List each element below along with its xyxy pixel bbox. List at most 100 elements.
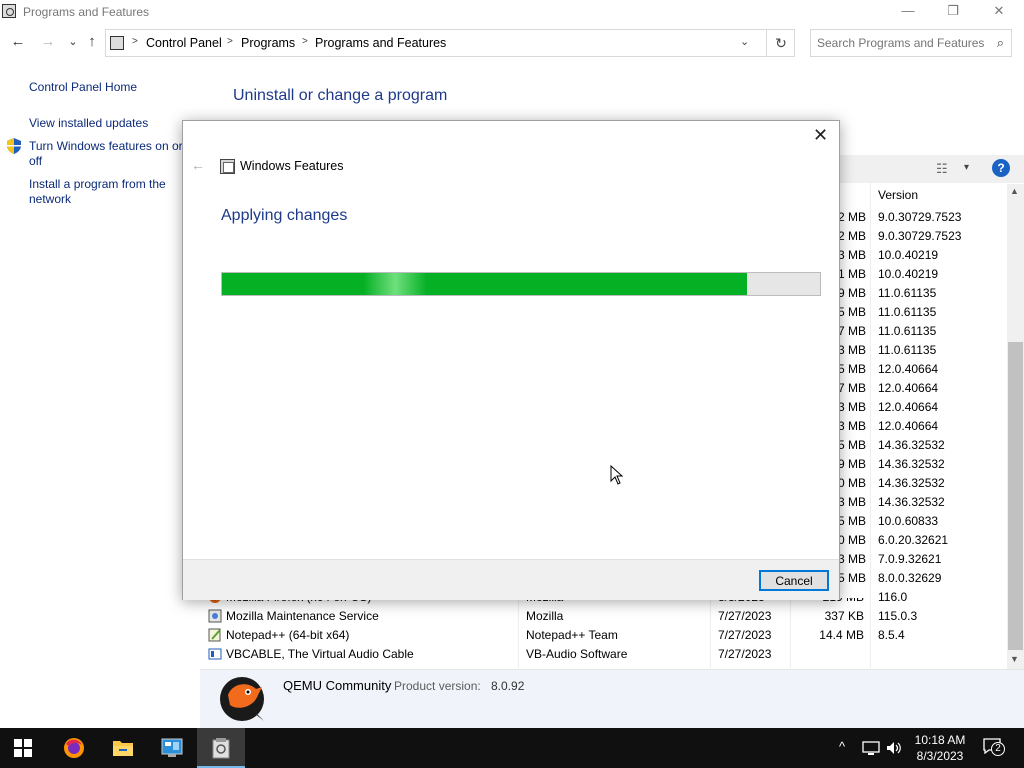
action-center-button[interactable]: 2: [983, 738, 1005, 756]
program-size: 3 MB: [838, 248, 867, 262]
search-icon[interactable]: ⌕: [997, 35, 1004, 51]
scrollbar-thumb[interactable]: [1008, 342, 1023, 650]
minimize-button[interactable]: —: [885, 0, 931, 24]
address-dropdown-icon[interactable]: ⌄: [740, 35, 749, 48]
view-installed-updates-link[interactable]: View installed updates: [29, 116, 148, 131]
program-version: 14.36.32532: [878, 495, 945, 509]
program-version: 12.0.40664: [878, 362, 939, 376]
change-view-icon[interactable]: ☷: [936, 161, 948, 177]
notification-count-badge: 2: [991, 742, 1005, 756]
program-name: Notepad++ (64-bit x64): [226, 628, 350, 642]
program-installed-on: 7/27/2023: [718, 628, 772, 642]
start-button-windows-icon[interactable]: [14, 739, 32, 757]
close-button[interactable]: ✕: [976, 0, 1022, 24]
control-panel-home-link[interactable]: Control Panel Home: [29, 80, 137, 95]
firefox-icon: [64, 738, 84, 758]
product-version-value: 8.0.92: [491, 679, 525, 693]
program-name: VBCABLE, The Virtual Audio Cable: [226, 647, 414, 661]
column-divider: [518, 590, 519, 668]
progress-bar: [221, 272, 821, 296]
search-box[interactable]: ⌕: [810, 29, 1012, 57]
program-size: 5 MB: [838, 514, 867, 528]
selected-program-name: QEMU Community: [283, 678, 392, 693]
breadcrumb-separator: >: [302, 36, 308, 47]
system-clock[interactable]: 10:18 AM 8/3/2023: [900, 732, 980, 764]
scroll-down-icon[interactable]: ▼: [1010, 654, 1019, 664]
program-size: 3 MB: [838, 419, 867, 433]
turn-windows-features-link[interactable]: Turn Windows features on or off: [29, 139, 183, 169]
control-panel-icon: [110, 36, 124, 50]
breadcrumb-control-panel[interactable]: Control Panel: [146, 36, 222, 50]
scroll-up-icon[interactable]: ▲: [1010, 186, 1019, 196]
network-icon[interactable]: [862, 741, 880, 756]
program-installed-on: 7/27/2023: [718, 647, 772, 661]
taskbar-file-explorer[interactable]: [99, 728, 147, 768]
program-size: 7 MB: [838, 381, 867, 395]
address-bar[interactable]: > Control Panel > Programs > Programs an…: [105, 29, 795, 57]
vertical-scrollbar[interactable]: ▲ ▼: [1007, 184, 1024, 669]
program-version: 12.0.40664: [878, 400, 939, 414]
program-version: 12.0.40664: [878, 419, 939, 433]
breadcrumb-programs-and-features[interactable]: Programs and Features: [315, 36, 446, 50]
clock-date: 8/3/2023: [916, 749, 964, 763]
qemu-logo-icon: [220, 677, 264, 721]
mouse-cursor-icon: [610, 465, 624, 485]
progress-bar-fill: [222, 273, 748, 295]
breadcrumb-programs[interactable]: Programs: [241, 36, 295, 50]
control-panel-icon: [161, 738, 183, 757]
program-size: 337 KB: [824, 609, 864, 623]
product-version-label: Product version:: [394, 679, 481, 693]
forward-button[interactable]: →: [38, 31, 58, 53]
program-name: Mozilla Maintenance Service: [226, 609, 379, 623]
dialog-close-button[interactable]: ✕: [813, 125, 828, 146]
recent-locations-button[interactable]: ⌄: [63, 31, 83, 53]
program-version: 115.0.3: [878, 609, 918, 623]
refresh-button[interactable]: ↻: [766, 30, 795, 56]
up-button[interactable]: ↑: [82, 31, 102, 53]
program-version: 6.0.20.32621: [878, 533, 949, 547]
notepad-plus-plus-icon: [208, 628, 221, 642]
program-size: 5 MB: [838, 362, 867, 376]
program-version: 9.0.30729.7523: [878, 229, 962, 243]
program-size: 3 MB: [838, 343, 867, 357]
taskbar-programs-and-features[interactable]: [197, 728, 245, 768]
page-title: Uninstall or change a program: [233, 87, 448, 104]
program-size: 5 MB: [838, 438, 867, 452]
turn-windows-features-link-line1: Turn Windows features on or: [29, 139, 183, 153]
dialog-back-button[interactable]: ←: [191, 157, 205, 173]
breadcrumb-separator: >: [227, 36, 233, 47]
install-link-line2: network: [29, 192, 72, 206]
program-publisher: Notepad++ Team: [526, 628, 618, 642]
restore-button[interactable]: ❐: [930, 0, 976, 24]
show-hidden-icons-button[interactable]: ^: [839, 739, 845, 754]
file-explorer-icon: [113, 741, 133, 756]
program-version: 8.0.0.32629: [878, 571, 942, 585]
program-version: 116.0: [878, 590, 908, 604]
left-pane: Control Panel Home View installed update…: [0, 58, 200, 728]
clock-time: 10:18 AM: [914, 733, 966, 747]
install-program-from-network-link[interactable]: Install a program from the network: [29, 177, 166, 207]
program-size: 2 MB: [838, 229, 867, 243]
program-version: 10.0.60833: [878, 514, 939, 528]
program-version: 11.0.61135: [878, 305, 937, 319]
program-version: 11.0.61135: [878, 324, 937, 338]
program-size: 3 MB: [838, 400, 867, 414]
program-size: 9 MB: [838, 286, 867, 300]
cancel-button[interactable]: Cancel: [759, 570, 829, 591]
dialog-status-heading: Applying changes: [221, 207, 348, 224]
program-size: 3 MB: [838, 552, 867, 566]
taskbar-firefox[interactable]: [50, 728, 98, 768]
help-button[interactable]: ?: [992, 159, 1010, 177]
view-options-dropdown-icon[interactable]: ▾: [964, 162, 969, 173]
windows-features-dialog: ✕ ← Windows Features Applying changes Ca…: [182, 120, 840, 600]
turn-windows-features-link-line2: off: [29, 154, 43, 168]
column-header-version[interactable]: Version: [878, 188, 918, 202]
program-version: 14.36.32532: [878, 457, 945, 471]
windows-features-icon: [220, 159, 235, 174]
back-button[interactable]: ←: [8, 31, 28, 53]
program-size: 0 MB: [838, 533, 867, 547]
taskbar-control-panel[interactable]: [148, 728, 196, 768]
maintenance-service-icon: [208, 609, 222, 623]
search-input[interactable]: [817, 36, 985, 50]
program-version: 14.36.32532: [878, 476, 945, 490]
